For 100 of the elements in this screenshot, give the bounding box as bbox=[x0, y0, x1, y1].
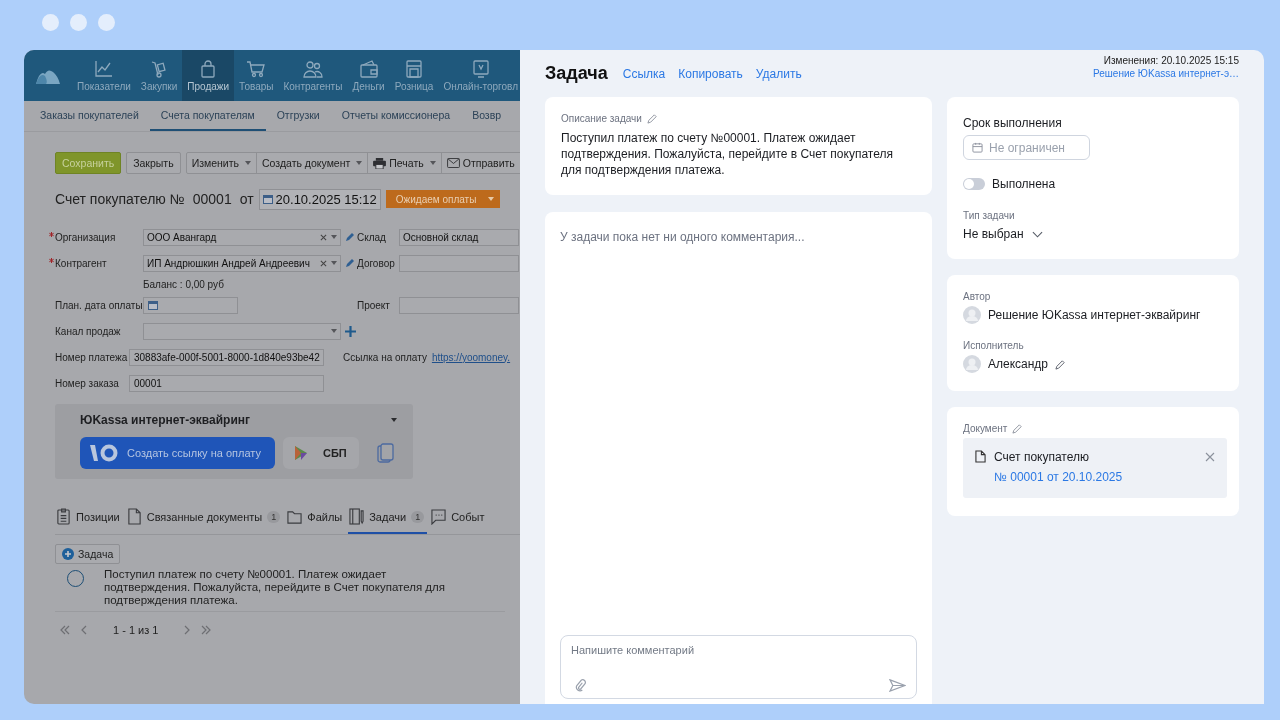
document-link[interactable]: № 00001 от 20.10.2025 bbox=[994, 470, 1197, 484]
tab[interactable]: Позиции bbox=[55, 501, 123, 534]
clipboard-icon bbox=[56, 508, 71, 525]
field-label: Организация bbox=[55, 231, 116, 243]
window-control[interactable] bbox=[98, 13, 115, 31]
status-dropdown[interactable]: Ожидаем оплаты bbox=[385, 190, 501, 208]
select-field[interactable]: ООО Авангард bbox=[143, 228, 341, 246]
action-link[interactable]: Копировать bbox=[678, 66, 743, 81]
field-label: Канал продаж bbox=[55, 325, 121, 337]
clear-icon[interactable] bbox=[320, 233, 327, 241]
menu-button[interactable]: Печать bbox=[368, 153, 442, 173]
storefront-icon bbox=[404, 59, 425, 78]
comment-input[interactable]: Напишите комментарий bbox=[560, 635, 917, 699]
pencil-icon[interactable] bbox=[345, 232, 355, 242]
tab[interactable]: Задачи 1 bbox=[348, 501, 428, 534]
pagination-text: 1 - 1 из 1 bbox=[113, 624, 159, 636]
nav-item[interactable]: Онлайн-торговл bbox=[438, 50, 520, 101]
menu-button[interactable]: Создать документ bbox=[257, 153, 369, 173]
close-icon[interactable] bbox=[1205, 452, 1215, 462]
action-link[interactable]: Удалить bbox=[755, 66, 802, 81]
section-tab[interactable]: Отчеты комиссионера bbox=[330, 101, 462, 131]
select-field[interactable]: ИП Андрюшкин Андрей Андреевич bbox=[143, 254, 341, 272]
date-field[interactable] bbox=[143, 296, 238, 314]
toggle-label: Выполнена bbox=[992, 177, 1056, 191]
notebook-icon bbox=[349, 508, 365, 525]
tab[interactable]: Событ bbox=[430, 501, 488, 534]
date-label: от bbox=[239, 191, 254, 207]
changed-by-link[interactable]: Решение ЮKassa интернет-э… bbox=[1093, 67, 1239, 79]
monitor-icon bbox=[470, 59, 491, 78]
cart-icon bbox=[246, 59, 267, 78]
previous-page-icon[interactable] bbox=[81, 625, 87, 635]
date-field[interactable]: 20.10.2025 15:12 bbox=[258, 188, 381, 210]
field-label: Тип задачи bbox=[963, 210, 1015, 221]
people-icon bbox=[302, 59, 323, 78]
calendar-icon bbox=[262, 194, 273, 204]
nav-item[interactable]: Продажи bbox=[182, 50, 235, 101]
create-payment-link-button[interactable]: Создать ссылку на оплату bbox=[80, 437, 275, 469]
task-type-dropdown[interactable]: Не выбран bbox=[963, 227, 1043, 241]
text-field[interactable]: 30883afe-000f-5001-8000-1d840e93be42 bbox=[129, 348, 324, 366]
pencil-icon[interactable] bbox=[646, 113, 658, 124]
empty-comments-text: У задачи пока нет ни одного комментария... bbox=[560, 230, 805, 244]
clear-icon[interactable] bbox=[320, 259, 327, 267]
wallet-icon bbox=[358, 59, 379, 78]
date-field[interactable]: Не ограничен bbox=[963, 135, 1090, 160]
text-field[interactable] bbox=[399, 254, 519, 272]
nav-item[interactable]: Розница bbox=[389, 50, 439, 101]
collapse-caret-icon[interactable] bbox=[391, 418, 397, 422]
nav-item[interactable]: Закупки bbox=[135, 50, 183, 101]
payment-link[interactable]: https://yoomoney. bbox=[431, 351, 511, 363]
send-icon[interactable] bbox=[889, 679, 906, 692]
avatar-icon bbox=[963, 306, 981, 324]
task-description: Поступил платеж по счету №00001. Платеж ожидает подтверждения. Пожалуйста, перейдите в Счет покупателя для подтверждения платежа. bbox=[561, 130, 894, 178]
printer-icon bbox=[373, 157, 387, 169]
chart-icon bbox=[93, 59, 114, 78]
last-page-icon[interactable] bbox=[200, 625, 213, 635]
tab[interactable]: Связанные документы 1 bbox=[125, 501, 284, 534]
document-title: Счет покупателю № bbox=[55, 191, 185, 207]
section-tab[interactable]: Счета покупателям bbox=[149, 101, 266, 131]
panel-title: ЮKassa интернет-эквайринг bbox=[80, 413, 251, 427]
plus-circle-icon bbox=[62, 548, 74, 560]
window-control[interactable] bbox=[42, 13, 59, 31]
field-label: Номер заказа bbox=[55, 377, 119, 389]
tab[interactable]: Файлы bbox=[286, 501, 346, 534]
balance-text: Баланс : 0,00 руб bbox=[143, 278, 224, 290]
plus-icon[interactable] bbox=[345, 325, 356, 337]
folder-icon bbox=[287, 508, 303, 525]
text-field[interactable] bbox=[399, 296, 519, 314]
select-field[interactable] bbox=[143, 322, 341, 340]
section-tab[interactable]: Возвр bbox=[461, 101, 513, 131]
field-label: Документ bbox=[963, 423, 1008, 434]
nav-item[interactable]: Показатели bbox=[72, 50, 136, 101]
document-number: 00001 bbox=[192, 191, 232, 207]
field-label: Номер платежа bbox=[55, 351, 128, 363]
next-page-icon[interactable] bbox=[184, 625, 191, 635]
nav-item[interactable]: Деньги bbox=[347, 50, 390, 101]
field-label: Склад bbox=[357, 231, 387, 243]
paperclip-icon[interactable] bbox=[575, 679, 586, 692]
author-name: Решение ЮKassa интернет-эквайринг bbox=[988, 308, 1201, 322]
field-label: Договор bbox=[357, 257, 396, 269]
close-button[interactable]: Закрыть bbox=[126, 152, 181, 174]
pencil-icon[interactable] bbox=[1055, 358, 1067, 370]
nav-item[interactable]: Товары bbox=[234, 50, 279, 101]
sbp-button[interactable]: СБП bbox=[282, 437, 359, 469]
action-link[interactable]: Ссылка bbox=[622, 66, 666, 81]
task-text: Поступил платеж по счету №00001. Платеж ожидает подтверждения. Пожалуйста, перейдите в Счет покупателя для подтверждения платежа. bbox=[104, 568, 446, 607]
section-tab[interactable]: Заказы покупателей bbox=[29, 101, 150, 131]
chat-icon bbox=[431, 508, 447, 525]
text-field[interactable]: Основной склад bbox=[399, 228, 519, 246]
done-toggle[interactable] bbox=[963, 178, 985, 190]
document-icon bbox=[126, 508, 142, 525]
copy-icon[interactable] bbox=[376, 443, 395, 463]
window-control[interactable] bbox=[70, 13, 87, 31]
text-field[interactable]: 00001 bbox=[129, 374, 324, 392]
pencil-icon[interactable] bbox=[1012, 423, 1024, 434]
section-tab[interactable]: Отгрузки bbox=[265, 101, 331, 131]
nav-item[interactable]: Контрагенты bbox=[278, 50, 348, 101]
pencil-icon[interactable] bbox=[345, 258, 355, 268]
add-task-button[interactable]: Задача bbox=[55, 544, 121, 564]
menu-button[interactable]: Изменить bbox=[186, 153, 257, 173]
first-page-icon[interactable] bbox=[59, 625, 71, 635]
